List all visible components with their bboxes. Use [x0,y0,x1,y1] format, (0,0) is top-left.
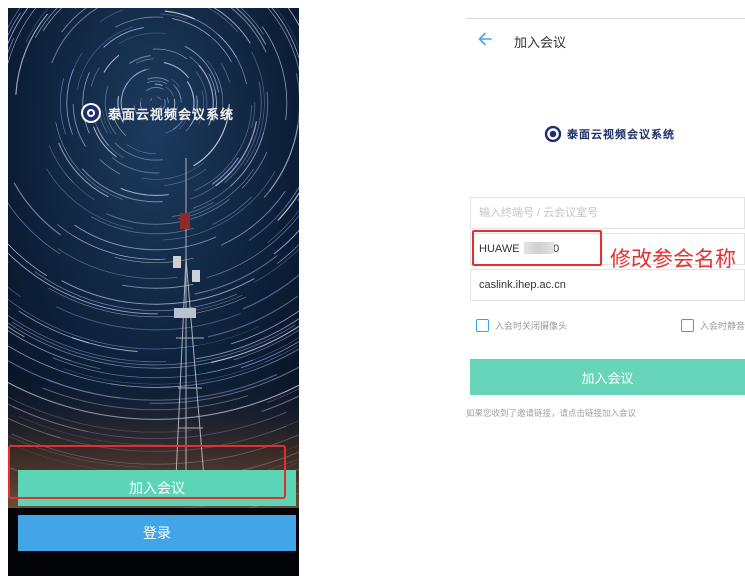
app-logo-text: 泰面云视频会议系统 [567,128,675,141]
camera-off-checkbox[interactable] [476,319,489,332]
cas-emblem-icon [81,103,101,123]
server-address-value: caslink.ihep.ac.cn [479,279,566,291]
camera-off-option[interactable]: 入会时关闭摄像头 [476,319,567,332]
conference-id-input[interactable] [470,197,745,229]
mute-checkbox[interactable] [681,319,694,332]
app-logo: 泰面云视频会议系统 [80,100,234,126]
mute-label: 入会时静音 [700,322,745,332]
mute-option[interactable]: 入会时静音 [681,319,745,332]
page-title: 加入会议 [514,36,567,51]
join-meeting-button[interactable]: 加入会议 [470,359,745,395]
top-bar: 加入会议 [466,19,745,63]
splash-login-button[interactable]: 登录 [18,515,296,551]
camera-off-label: 入会时关闭摄像头 [495,322,568,332]
server-address-field[interactable]: caslink.ihep.ac.cn [470,269,745,301]
join-options: 入会时关闭摄像头 入会时静音 [476,319,745,335]
app-logo-text: 泰面云视频会议系统 [108,107,235,123]
join-button-highlight [8,445,286,499]
cas-emblem-icon [544,125,562,143]
arrow-left-icon[interactable] [476,30,494,48]
invite-link-hint: 如果您收到了邀请链接，请点击链接加入会议 [466,409,637,419]
display-name-highlight [472,230,602,266]
join-meeting-screen: 加入会议 泰面云视频会议系统 HUAWE L00 caslink.ihep.ac… [466,18,745,576]
app-logo: 泰面云视频会议系统 [544,123,675,145]
annotation-label: 修改参会名称 [610,247,736,271]
